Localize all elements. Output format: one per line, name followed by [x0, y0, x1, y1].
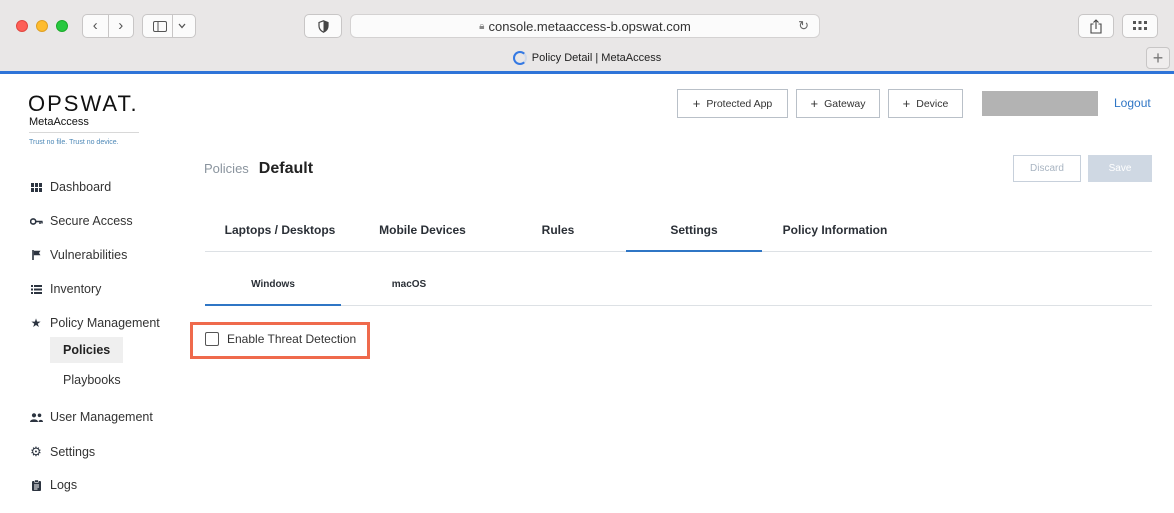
address-bar[interactable]: 🔒︎ console.metaaccess-b.opswat.com ↻ [350, 14, 820, 38]
tab-title: Policy Detail | MetaAccess [531, 52, 662, 64]
sidebar-subitem-policies[interactable]: Policies [50, 337, 124, 363]
page-title: Default [258, 160, 314, 177]
plus-icon: + [810, 96, 819, 111]
add-gateway-button[interactable]: + Gateway [796, 89, 880, 118]
save-button[interactable]: Save [1088, 155, 1152, 182]
lock-icon: 🔒︎ [479, 20, 485, 32]
sidebar-item-label: Inventory [50, 282, 102, 296]
tab-windows[interactable]: Windows [205, 270, 341, 306]
loading-spinner-icon [512, 51, 527, 65]
policy-tabs: Laptops / Desktops Mobile Devices Rules … [205, 213, 1152, 252]
key-icon [28, 217, 44, 225]
sidebar-item-settings[interactable]: ⚙ Settings [28, 444, 95, 460]
button-label: Device [916, 97, 949, 110]
discard-button[interactable]: Discard [1013, 155, 1081, 182]
tab-overview-button[interactable] [1122, 14, 1158, 38]
window-maximize-button[interactable] [56, 20, 68, 32]
tab-settings[interactable]: Settings [626, 213, 762, 252]
threat-detection-option[interactable]: Enable Threat Detection [205, 332, 356, 346]
share-icon [1090, 18, 1102, 34]
sidebar-item-user-management[interactable]: User Management [28, 410, 153, 424]
dashboard-icon [28, 182, 44, 192]
window-minimize-button[interactable] [36, 20, 48, 32]
sidebar-item-secure-access[interactable]: Secure Access [28, 214, 133, 228]
new-tab-button[interactable]: + [1146, 47, 1170, 69]
history-nav: ‹ › [82, 14, 134, 38]
gear-icon: ⚙ [30, 444, 42, 459]
back-icon[interactable]: ‹ [83, 15, 108, 37]
sidebar-item-inventory[interactable]: Inventory [28, 282, 101, 296]
list-icon [28, 284, 44, 294]
sidebar-item-label: Logs [50, 478, 78, 492]
privacy-report-button[interactable] [304, 14, 342, 38]
star-icon: ★ [30, 316, 42, 330]
browser-chrome: ‹ › 🔒︎ console.metaaccess-b.opswat.com ↻… [0, 0, 1174, 74]
share-button[interactable] [1078, 14, 1114, 38]
sidebar-item-label: Secure Access [50, 214, 133, 228]
users-icon [28, 412, 44, 422]
threat-detection-checkbox[interactable] [205, 332, 219, 346]
sidebar-item-label: Policy Management [50, 316, 160, 330]
plus-icon: + [902, 96, 911, 111]
sidebar-icon [152, 20, 167, 32]
product-name: MetaAccess [29, 116, 89, 128]
os-tabs: Windows macOS [205, 270, 1152, 306]
active-tab-indicator [0, 71, 1174, 74]
tab-rules[interactable]: Rules [490, 213, 626, 252]
browser-tab[interactable]: Policy Detail | MetaAccess [0, 45, 1174, 71]
redacted-user-name [982, 91, 1098, 116]
add-protected-app-button[interactable]: + Protected App [677, 89, 788, 118]
button-label: Gateway [824, 97, 866, 110]
window-close-button[interactable] [16, 20, 28, 32]
plus-icon: + [692, 96, 701, 111]
threat-detection-label: Enable Threat Detection [227, 332, 357, 346]
flag-icon [28, 250, 44, 260]
sidebar-item-label: Vulnerabilities [50, 248, 128, 262]
divider [171, 15, 173, 37]
tab-macos[interactable]: macOS [341, 270, 477, 306]
sidebar-item-logs[interactable]: Logs [28, 478, 77, 492]
add-device-button[interactable]: + Device [888, 89, 963, 118]
tab-mobile-devices[interactable]: Mobile Devices [355, 213, 490, 252]
chevron-down-icon [178, 23, 185, 29]
forward-icon[interactable]: › [109, 15, 134, 37]
tab-laptops-desktops[interactable]: Laptops / Desktops [205, 213, 355, 252]
divider [29, 132, 139, 133]
reload-icon[interactable]: ↻ [798, 18, 809, 34]
opswat-logo[interactable]: OPSWAT. [28, 91, 139, 117]
url-text: console.metaaccess-b.opswat.com [488, 18, 691, 34]
sidebar-toggle-button[interactable] [142, 14, 196, 38]
brand-tagline: Trust no file. Trust no device. [29, 139, 119, 146]
sidebar-item-label: Dashboard [50, 180, 112, 194]
sidebar-item-label: Settings [50, 445, 96, 459]
shield-icon [317, 19, 329, 33]
tab-overview-icon [1133, 21, 1147, 30]
button-label: Protected App [706, 97, 773, 110]
sidebar-item-dashboard[interactable]: Dashboard [28, 180, 111, 194]
sidebar-item-policy-management[interactable]: ★ Policy Management [28, 316, 160, 330]
clipboard-icon [28, 479, 44, 491]
logout-link[interactable]: Logout [1114, 96, 1151, 110]
breadcrumb: Policies Default [204, 160, 313, 178]
sidebar-item-label: User Management [50, 410, 153, 424]
sidebar-item-vulnerabilities[interactable]: Vulnerabilities [28, 248, 127, 262]
tab-policy-information[interactable]: Policy Information [762, 213, 908, 252]
sidebar-subitem-playbooks[interactable]: Playbooks [50, 367, 134, 393]
breadcrumb-policies-link[interactable]: Policies [204, 161, 249, 176]
